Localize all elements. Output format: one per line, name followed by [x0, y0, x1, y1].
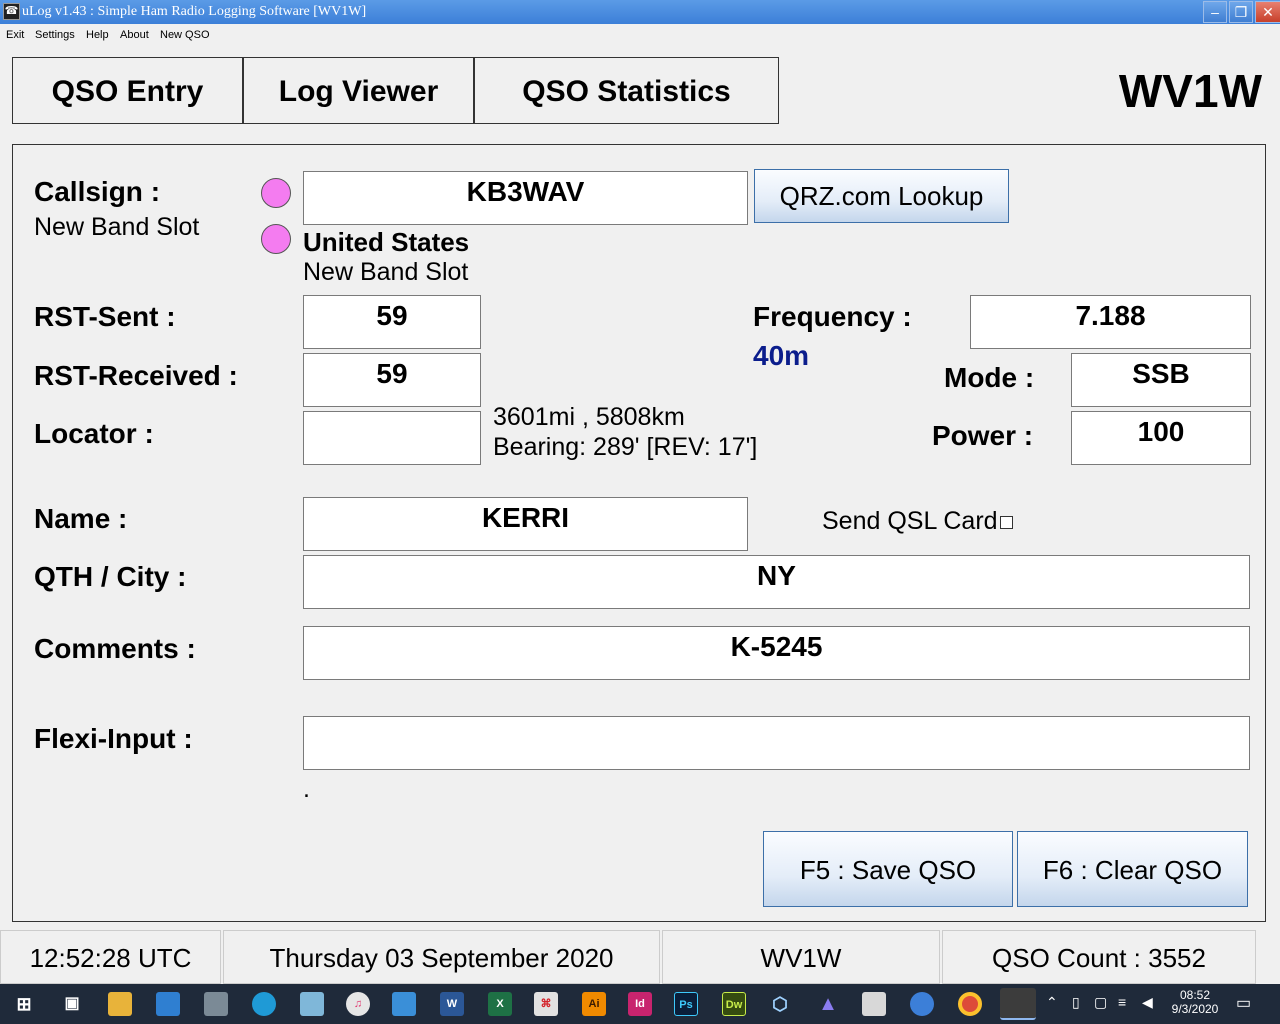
dreamweaver-icon[interactable]: Dw — [722, 992, 746, 1016]
taskbar: ⊞ ▣ ♫ W X ⌘ Ai Id Ps Dw ⬡ ▲ ⌃ ▯ ▢ ≡ ◀ 08… — [0, 984, 1280, 1024]
comments-label: Comments : — [34, 633, 196, 664]
calculator-icon[interactable] — [204, 992, 228, 1016]
ulog-icon[interactable] — [1000, 988, 1036, 1020]
send-qsl-checkbox[interactable] — [1000, 516, 1013, 529]
rst-received-input[interactable]: 59 — [303, 353, 481, 407]
minimize-button[interactable]: ‒ — [1203, 1, 1227, 23]
usb-icon[interactable]: ▯ — [1072, 994, 1080, 1011]
menu-about[interactable]: About — [120, 29, 149, 41]
name-input[interactable]: KERRI — [303, 497, 748, 551]
locator-input[interactable] — [303, 411, 481, 465]
qth-input[interactable]: NY — [303, 555, 1250, 609]
band-label: 40m — [753, 340, 810, 371]
callsign-indicator-icon — [261, 178, 291, 208]
menu-settings[interactable]: Settings — [35, 29, 75, 41]
tray-expand-icon[interactable]: ⌃ — [1046, 994, 1058, 1011]
station-callsign: WV1W — [1118, 65, 1262, 117]
photoshop-icon[interactable]: Ps — [674, 992, 698, 1016]
locator-label: Locator : — [34, 418, 154, 449]
country-status: New Band Slot — [303, 258, 469, 286]
volume-icon[interactable]: ◀ — [1142, 994, 1153, 1011]
notification-icon[interactable]: ▭ — [1236, 993, 1251, 1013]
clock-date: 9/3/2020 — [1171, 1002, 1219, 1016]
rst-received-label: RST-Received : — [34, 360, 238, 391]
status-qso-count: QSO Count : 3552 — [942, 930, 1256, 984]
tab-qso-entry[interactable]: QSO Entry — [12, 57, 243, 124]
word-icon[interactable]: W — [440, 992, 464, 1016]
calendar-icon[interactable] — [862, 992, 886, 1016]
itunes-icon[interactable]: ♫ — [346, 992, 370, 1016]
monitor-icon[interactable]: ▢ — [1094, 994, 1107, 1011]
callsign-label: Callsign : — [34, 176, 161, 207]
comments-input[interactable]: K-5245 — [303, 626, 1250, 680]
bearing-text: Bearing: 289' [REV: 17'] — [493, 433, 758, 461]
virtualbox-icon[interactable]: ⬡ — [768, 992, 792, 1016]
title-bar: ☎ uLog v1.43 : Simple Ham Radio Logging … — [0, 0, 1280, 24]
send-qsl-label: Send QSL Card — [822, 507, 998, 535]
maximize-button[interactable]: ❐ — [1229, 1, 1253, 23]
name-label: Name : — [34, 503, 128, 534]
flexi-hint: . — [303, 775, 310, 803]
illustrator-icon[interactable]: Ai — [582, 992, 606, 1016]
vlc-icon[interactable]: ▲ — [816, 992, 840, 1016]
country-name: United States — [303, 227, 470, 257]
menu-bar: Exit Settings Help About New QSO — [0, 24, 1280, 46]
contacts-icon[interactable] — [156, 992, 180, 1016]
wifi-icon[interactable]: ≡ — [1118, 994, 1126, 1010]
qso-entry-panel: Callsign : New Band Slot KB3WAV QRZ.com … — [12, 144, 1266, 922]
edge-icon[interactable] — [252, 992, 276, 1016]
country-indicator-icon — [261, 224, 291, 254]
tab-log-viewer[interactable]: Log Viewer — [243, 57, 474, 124]
menu-new-qso[interactable]: New QSO — [160, 29, 210, 41]
app-icon[interactable]: ☎ — [3, 3, 20, 20]
power-label: Power : — [932, 420, 1034, 451]
callsign-status: New Band Slot — [34, 213, 200, 241]
qth-label: QTH / City : — [34, 561, 187, 592]
clock-time: 08:52 — [1179, 988, 1211, 1002]
tray-clock[interactable]: 08:52 9/3/2020 — [1168, 988, 1222, 1016]
acrobat-icon[interactable]: ⌘ — [534, 992, 558, 1016]
menu-help[interactable]: Help — [86, 29, 109, 41]
status-time: 12:52:28 UTC — [0, 930, 221, 984]
network-icon[interactable] — [392, 992, 416, 1016]
task-view-icon[interactable]: ▣ — [60, 992, 84, 1016]
distance-text: 3601mi , 5808km — [493, 403, 685, 431]
file-explorer-icon[interactable] — [108, 992, 132, 1016]
mode-label: Mode : — [944, 362, 1035, 393]
excel-icon[interactable]: X — [488, 992, 512, 1016]
clear-qso-button[interactable]: F6 : Clear QSO — [1017, 831, 1248, 907]
menu-exit[interactable]: Exit — [6, 29, 24, 41]
chrome-icon[interactable] — [958, 992, 982, 1016]
rst-sent-label: RST-Sent : — [34, 301, 176, 332]
flexi-input-label: Flexi-Input : — [34, 723, 193, 754]
flexi-input[interactable] — [303, 716, 1250, 770]
qrz-lookup-button[interactable]: QRZ.com Lookup — [754, 169, 1009, 223]
window-title: uLog v1.43 : Simple Ham Radio Logging So… — [22, 4, 367, 19]
frequency-label: Frequency : — [753, 301, 912, 332]
power-input[interactable]: 100 — [1071, 411, 1251, 465]
mode-input[interactable]: SSB — [1071, 353, 1251, 407]
tab-qso-statistics[interactable]: QSO Statistics — [474, 57, 779, 124]
start-icon[interactable]: ⊞ — [12, 992, 36, 1016]
frequency-input[interactable]: 7.188 — [970, 295, 1251, 349]
close-button[interactable]: ✕ — [1255, 1, 1280, 23]
status-station: WV1W — [662, 930, 940, 984]
status-date: Thursday 03 September 2020 — [223, 930, 660, 984]
chat-icon[interactable] — [910, 992, 934, 1016]
callsign-input[interactable]: KB3WAV — [303, 171, 748, 225]
notes-icon[interactable] — [300, 992, 324, 1016]
indesign-icon[interactable]: Id — [628, 992, 652, 1016]
rst-sent-input[interactable]: 59 — [303, 295, 481, 349]
save-qso-button[interactable]: F5 : Save QSO — [763, 831, 1013, 907]
